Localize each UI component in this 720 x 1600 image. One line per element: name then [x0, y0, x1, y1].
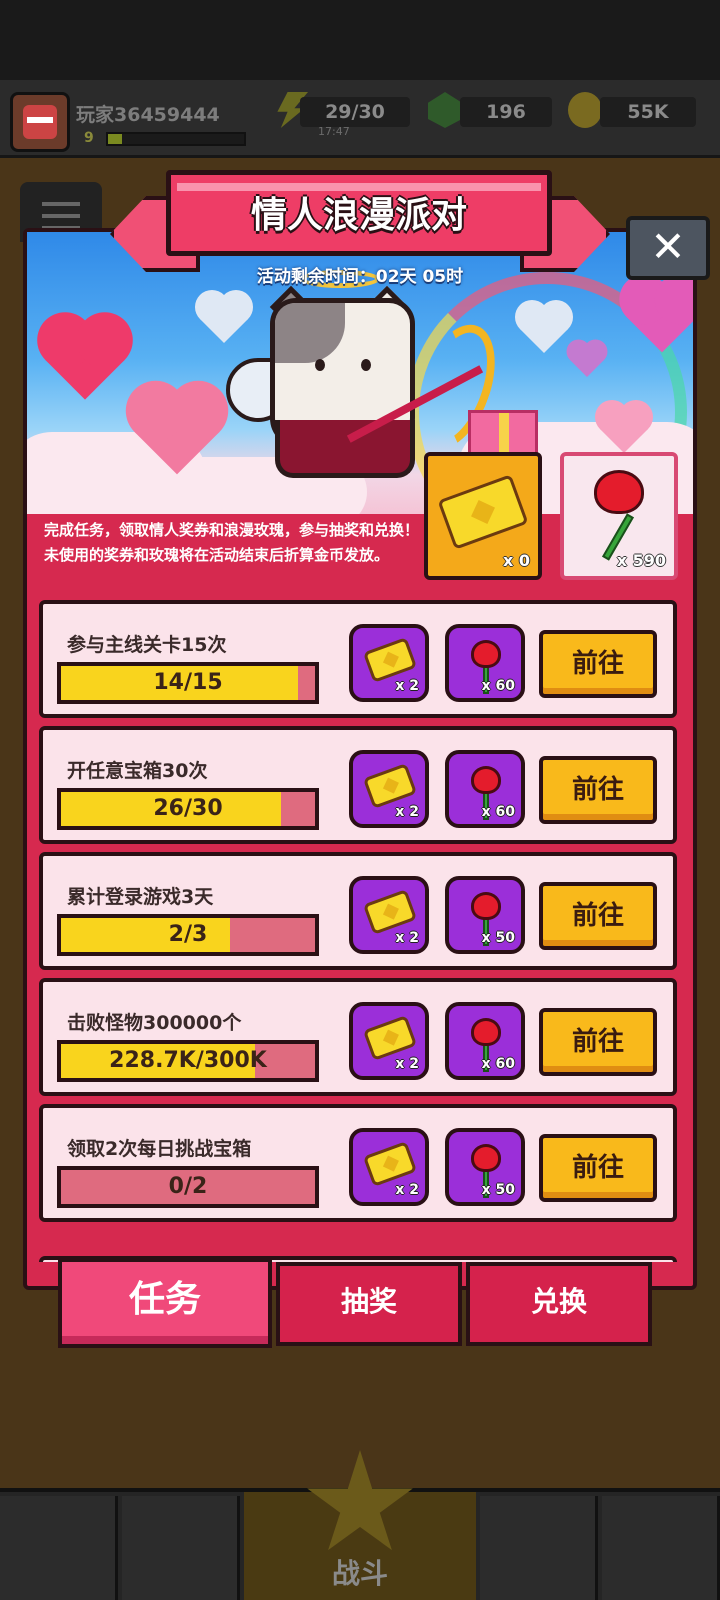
rose-icon — [471, 766, 501, 794]
nav-shop-icon[interactable] — [0, 1496, 118, 1600]
nav-battle-label: 战斗 — [331, 1557, 388, 1590]
rose-icon — [471, 1018, 501, 1046]
rose-reward[interactable]: x 60 — [445, 624, 525, 702]
go-button[interactable]: 前往 — [539, 1008, 657, 1076]
task-progress-bar: 14/15 — [57, 662, 319, 704]
ticket-icon — [362, 889, 418, 935]
rose-icon — [471, 1144, 501, 1172]
task-name: 领取2次每日挑战宝箱 — [67, 1138, 252, 1160]
player-avatar[interactable] — [10, 92, 70, 152]
task-row: 击败怪物300000个 228.7K/300K x 2 x 60 前往 — [39, 978, 677, 1096]
task-list[interactable]: 参与主线关卡15次 14/15 x 2 x 60 前往 开任意宝箱30次 26/… — [27, 600, 693, 1262]
tab-exchange[interactable]: 兑换 — [466, 1262, 652, 1346]
ticket-icon — [362, 1141, 418, 1187]
nav-upgrade-icon[interactable] — [602, 1496, 720, 1600]
rose-reward-count: x 50 — [481, 1182, 515, 1198]
task-progress-bar: 26/30 — [57, 788, 319, 830]
close-button[interactable]: ✕ — [626, 216, 710, 280]
coin-value: 55K — [600, 97, 696, 127]
rose-icon — [471, 640, 501, 668]
rose-icon — [471, 892, 501, 920]
rose-balance[interactable]: x 590 — [560, 452, 678, 580]
task-row: 开任意宝箱30次 26/30 x 2 x 60 前往 — [39, 726, 677, 844]
rose-reward-count: x 60 — [481, 678, 515, 694]
go-button[interactable]: 前往 — [539, 756, 657, 824]
event-description: 完成任务，领取情人奖券和浪漫玫瑰，参与抽奖和兑换！未使用的奖券和玫瑰将在活动结束… — [44, 521, 420, 564]
ticket-count: x 0 — [502, 551, 530, 570]
ticket-reward-count: x 2 — [395, 804, 419, 820]
cat-skirt — [275, 420, 415, 478]
status-bar-area — [0, 0, 720, 80]
ticket-reward[interactable]: x 2 — [349, 1002, 429, 1080]
task-name: 开任意宝箱30次 — [67, 760, 208, 782]
ticket-reward[interactable]: x 2 — [349, 624, 429, 702]
rose-count: x 590 — [616, 551, 666, 570]
ticket-reward[interactable]: x 2 — [349, 876, 429, 954]
task-row: 参与主线关卡15次 14/15 x 2 x 60 前往 — [39, 600, 677, 718]
rose-icon — [594, 470, 644, 514]
player-level: 9 — [84, 130, 94, 146]
gem-value: 196 — [460, 97, 552, 127]
task-progress-text: 2/3 — [168, 922, 208, 947]
task-name: 击败怪物300000个 — [67, 1012, 242, 1034]
task-progress-bar: 0/2 — [57, 1166, 319, 1208]
ticket-reward-count: x 2 — [395, 930, 419, 946]
ticket-reward-count: x 2 — [395, 1056, 419, 1072]
energy-value: 29/30 — [300, 97, 410, 127]
ticket-reward[interactable]: x 2 — [349, 1128, 429, 1206]
modal-tabs: 任务 抽奖 兑换 — [58, 1258, 658, 1350]
rose-reward[interactable]: x 50 — [445, 1128, 525, 1206]
coin-icon[interactable] — [568, 92, 602, 128]
task-progress-bar: 2/3 — [57, 914, 319, 956]
ticket-icon — [362, 763, 418, 809]
go-button[interactable]: 前往 — [539, 630, 657, 698]
tab-draw[interactable]: 抽奖 — [276, 1262, 462, 1346]
event-title: 情人浪漫派对 — [250, 195, 467, 236]
event-timer: 活动剩余时间：02天 05时 — [256, 267, 464, 287]
ticket-reward[interactable]: x 2 — [349, 750, 429, 828]
rose-reward[interactable]: x 60 — [445, 1002, 525, 1080]
task-progress-text: 228.7K/300K — [109, 1048, 267, 1073]
rose-reward[interactable]: x 50 — [445, 876, 525, 954]
nav-talent-icon[interactable] — [480, 1496, 598, 1600]
task-progress-text: 0/2 — [168, 1174, 208, 1199]
nav-weapon-icon[interactable] — [122, 1496, 240, 1600]
go-button[interactable]: 前往 — [539, 1134, 657, 1202]
ticket-reward-count: x 2 — [395, 678, 419, 694]
rose-reward-count: x 60 — [481, 804, 515, 820]
task-name: 参与主线关卡15次 — [67, 634, 227, 656]
xp-bar — [106, 132, 246, 146]
ticket-reward-count: x 2 — [395, 1182, 419, 1198]
close-icon: ✕ — [650, 222, 686, 271]
task-name: 累计登录游戏3天 — [67, 886, 214, 908]
task-progress-bar: 228.7K/300K — [57, 1040, 319, 1082]
ticket-icon — [362, 1015, 418, 1061]
tab-tasks[interactable]: 任务 — [58, 1258, 272, 1348]
ticket-icon — [437, 474, 529, 550]
go-button[interactable]: 前往 — [539, 882, 657, 950]
rose-reward-count: x 60 — [481, 1056, 515, 1072]
player-name: 玩家36459444 — [76, 104, 220, 126]
task-row: 累计登录游戏3天 2/3 x 2 x 50 前往 — [39, 852, 677, 970]
rose-reward[interactable]: x 60 — [445, 750, 525, 828]
task-progress-text: 14/15 — [153, 670, 223, 695]
task-row: 领取2次每日挑战宝箱 0/2 x 2 x 50 前往 — [39, 1104, 677, 1222]
rose-reward-count: x 50 — [481, 930, 515, 946]
ticket-icon — [362, 637, 418, 683]
task-progress-text: 26/30 — [153, 796, 223, 821]
energy-timer: 17:47 — [318, 125, 350, 138]
ticket-balance[interactable]: x 0 — [424, 452, 542, 580]
